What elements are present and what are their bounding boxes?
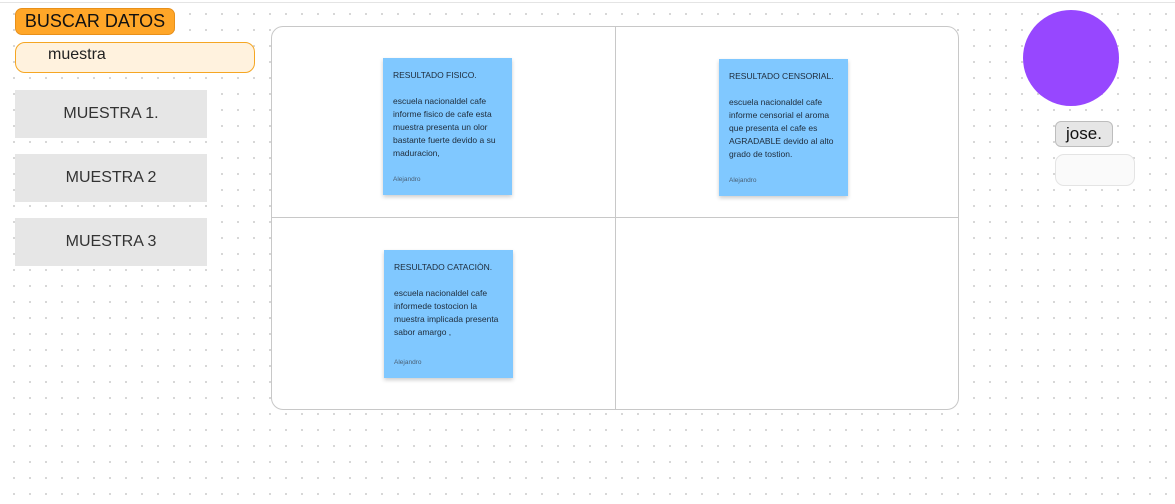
- search-data-button[interactable]: BUSCAR DATOS: [15, 8, 175, 35]
- user-input-field[interactable]: [1055, 154, 1135, 186]
- note-body: escuela nacionaldel cafe informe censori…: [729, 97, 834, 159]
- grid-divider-horizontal: [272, 217, 958, 218]
- grid-divider-vertical: [615, 27, 616, 409]
- sticky-note-physical[interactable]: RESULTADO FISICO. escuela nacionaldel ca…: [383, 58, 512, 195]
- sticky-note-cupping[interactable]: RESULTADO CATACIÒN. escuela nacionaldel …: [384, 250, 513, 378]
- sample-3-button[interactable]: MUESTRA 3: [15, 218, 207, 266]
- sample-1-button[interactable]: MUESTRA 1.: [15, 90, 207, 138]
- sample-2-button[interactable]: MUESTRA 2: [15, 154, 207, 202]
- note-title: RESULTADO CENSORIAL.: [729, 71, 834, 81]
- user-name-label[interactable]: jose.: [1055, 121, 1113, 147]
- note-author: Alejandro: [729, 177, 757, 184]
- user-avatar[interactable]: [1023, 10, 1119, 106]
- note-title: RESULTADO CATACIÒN.: [394, 262, 493, 272]
- note-body: escuela nacionaldel cafe informede tosto…: [394, 288, 499, 337]
- note-author: Alejandro: [393, 176, 421, 183]
- sticky-note-sensorial[interactable]: RESULTADO CENSORIAL. escuela nacionaldel…: [719, 59, 848, 196]
- top-divider: [0, 2, 1175, 3]
- search-input[interactable]: muestra: [15, 42, 255, 73]
- results-board: RESULTADO FISICO. escuela nacionaldel ca…: [271, 26, 959, 410]
- note-title: RESULTADO FISICO.: [393, 70, 477, 80]
- note-author: Alejandro: [394, 359, 422, 366]
- note-body: escuela nacionaldel cafe informe fisico …: [393, 96, 496, 158]
